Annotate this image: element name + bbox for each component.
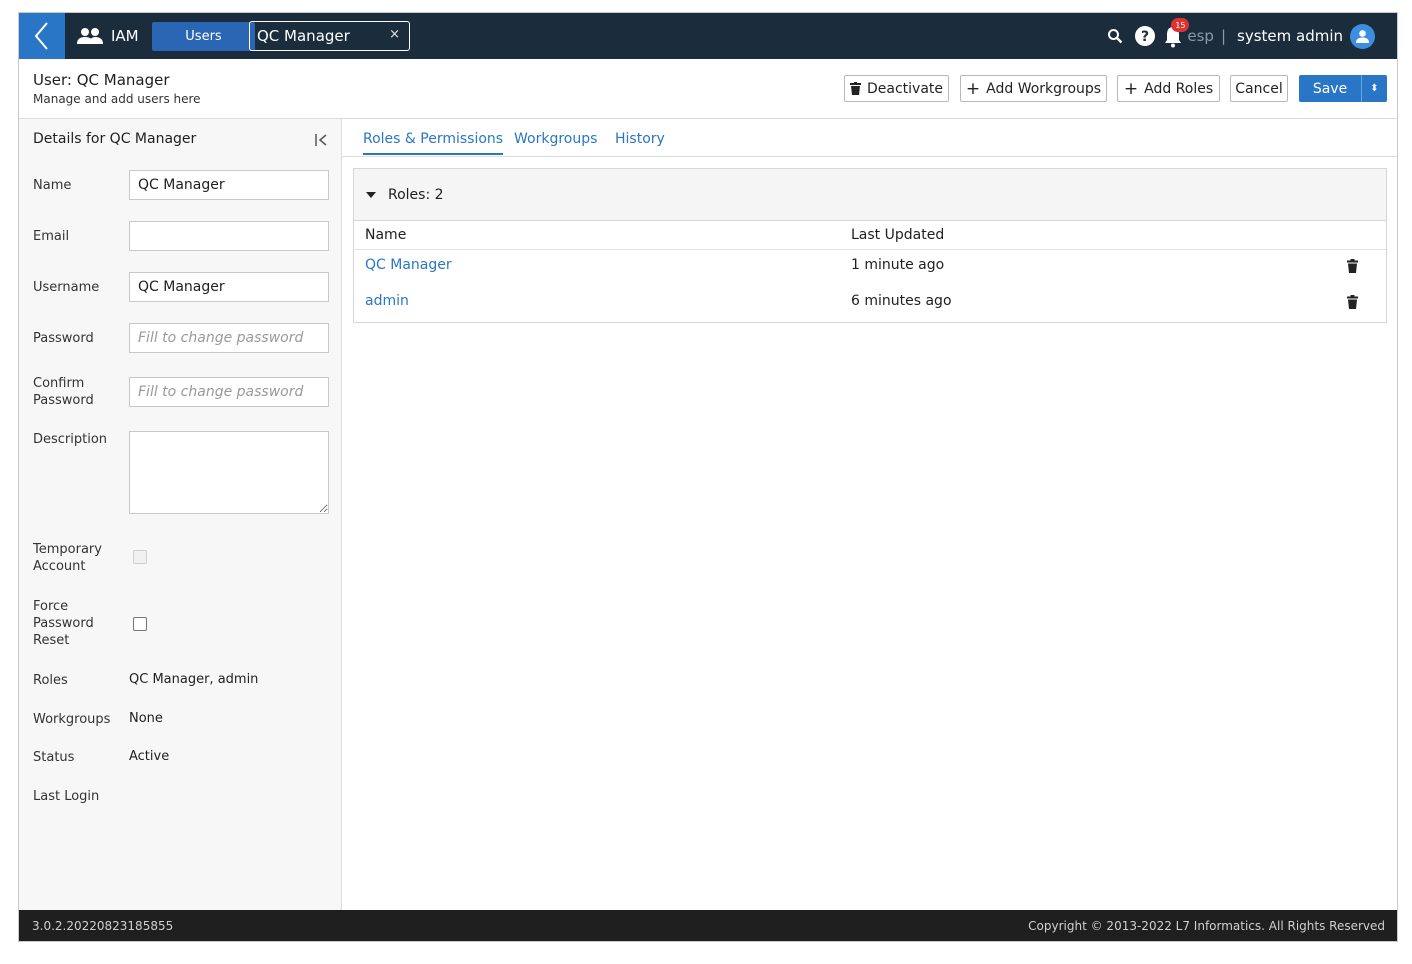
tab-roles-permissions[interactable]: Roles & Permissions xyxy=(363,131,504,155)
version-text: 3.0.2.20220823185855 xyxy=(32,919,174,933)
back-button[interactable] xyxy=(19,13,65,59)
email-label: Email xyxy=(33,229,70,244)
description-textarea[interactable] xyxy=(129,431,329,514)
user-avatar[interactable] xyxy=(1350,23,1375,49)
help-icon[interactable]: ? xyxy=(1135,26,1156,46)
chevron-left-icon xyxy=(34,22,48,50)
copyright-text: Copyright © 2013-2022 L7 Informatics. Al… xyxy=(1028,919,1385,933)
trash-icon[interactable] xyxy=(1347,259,1358,273)
roles-value: QC Manager, admin xyxy=(129,672,259,687)
roles-section-header[interactable]: Roles: 2 xyxy=(354,169,1386,221)
separator: | xyxy=(1220,27,1226,45)
email-input[interactable] xyxy=(129,221,329,251)
confirm-password-input[interactable] xyxy=(129,377,329,407)
person-icon xyxy=(1356,29,1369,43)
notification-count-badge: 15 xyxy=(1171,18,1190,32)
force-password-reset-checkbox[interactable] xyxy=(133,617,147,631)
roles-table-header: Name Last Updated xyxy=(354,221,1386,250)
add-roles-button[interactable]: + Add Roles xyxy=(1117,75,1220,102)
deactivate-button[interactable]: Deactivate xyxy=(844,75,949,102)
plus-icon: + xyxy=(1123,78,1139,99)
last-login-label: Last Login xyxy=(33,789,100,804)
roles-table: Roles: 2 Name Last Updated QC Manager 1 … xyxy=(353,168,1387,323)
workgroups-value: None xyxy=(129,711,163,726)
confirm-password-label: Confirm Password xyxy=(33,376,94,408)
save-button[interactable]: Save ⬍ xyxy=(1299,75,1387,102)
app-window: IAM Users QC Manager × ? 15 esp | system… xyxy=(18,12,1398,942)
users-group-icon xyxy=(77,28,103,44)
column-header-name: Name xyxy=(365,227,407,243)
cancel-button[interactable]: Cancel xyxy=(1230,75,1288,102)
search-icon[interactable] xyxy=(1107,28,1123,44)
username-label: Username xyxy=(33,280,100,295)
document-tab-qc-manager[interactable]: QC Manager × xyxy=(249,21,410,51)
temporary-account-label: Temporary Account xyxy=(33,542,102,574)
name-label: Name xyxy=(33,178,72,193)
status-value: Active xyxy=(129,749,170,764)
app-title: IAM xyxy=(77,13,139,59)
password-label: Password xyxy=(33,331,94,346)
footer: 3.0.2.20220823185855 Copyright © 2013-20… xyxy=(19,910,1397,941)
add-roles-label: Add Roles xyxy=(1144,80,1214,97)
username-input[interactable] xyxy=(129,272,329,302)
page-title: User: QC Manager xyxy=(33,71,170,89)
notifications-button[interactable]: 15 xyxy=(1161,18,1190,48)
last-updated-value: 6 minutes ago xyxy=(851,293,952,309)
trash-icon xyxy=(849,82,861,95)
add-workgroups-label: Add Workgroups xyxy=(986,80,1102,97)
password-input[interactable] xyxy=(129,323,329,353)
tenant-label[interactable]: esp xyxy=(1187,27,1214,45)
save-options-caret-icon[interactable]: ⬍ xyxy=(1361,75,1387,102)
plus-icon: + xyxy=(965,78,981,99)
role-link[interactable]: QC Manager xyxy=(365,257,452,273)
role-link[interactable]: admin xyxy=(365,293,409,309)
temporary-account-checkbox[interactable] xyxy=(133,550,147,564)
table-row: admin 6 minutes ago xyxy=(354,287,1386,323)
main-content: Roles & Permissions Workgroups History R… xyxy=(342,119,1397,910)
page-header: User: QC Manager Manage and add users he… xyxy=(19,59,1397,119)
description-label: Description xyxy=(33,432,108,447)
status-label: Status xyxy=(33,750,75,765)
svg-text:?: ? xyxy=(1141,29,1149,45)
add-workgroups-button[interactable]: + Add Workgroups xyxy=(960,75,1107,102)
document-tab-label: QC Manager xyxy=(257,27,350,45)
deactivate-label: Deactivate xyxy=(866,80,943,97)
tab-workgroups[interactable]: Workgroups xyxy=(514,131,597,147)
details-title: Details for QC Manager xyxy=(33,131,197,147)
tab-history[interactable]: History xyxy=(615,131,665,147)
tab-bar: Roles & Permissions Workgroups History xyxy=(342,119,1397,157)
roles-count: Roles: 2 xyxy=(388,186,444,203)
current-user-name[interactable]: system admin xyxy=(1237,27,1343,45)
column-header-last-updated: Last Updated xyxy=(851,227,945,243)
caret-down-icon xyxy=(366,191,376,198)
trash-icon[interactable] xyxy=(1347,295,1358,309)
roles-label: Roles xyxy=(33,673,68,688)
workgroups-label: Workgroups xyxy=(33,712,111,727)
close-icon[interactable]: × xyxy=(389,27,400,42)
top-navigation-bar: IAM Users QC Manager × ? 15 esp | system… xyxy=(19,13,1397,59)
table-row: QC Manager 1 minute ago xyxy=(354,251,1386,287)
save-label: Save xyxy=(1312,80,1348,97)
users-tab[interactable]: Users xyxy=(152,22,255,51)
force-password-reset-label: Force Password Reset xyxy=(33,599,94,648)
page-subtitle: Manage and add users here xyxy=(33,92,201,106)
name-input[interactable] xyxy=(129,170,329,200)
app-name: IAM xyxy=(111,27,139,45)
topbar-actions: ? 15 esp | system admin xyxy=(1107,13,1397,59)
collapse-panel-icon[interactable] xyxy=(315,131,329,150)
details-panel: Details for QC Manager Name Email Userna… xyxy=(21,119,342,910)
cancel-label: Cancel xyxy=(1235,80,1283,97)
last-updated-value: 1 minute ago xyxy=(851,257,945,273)
